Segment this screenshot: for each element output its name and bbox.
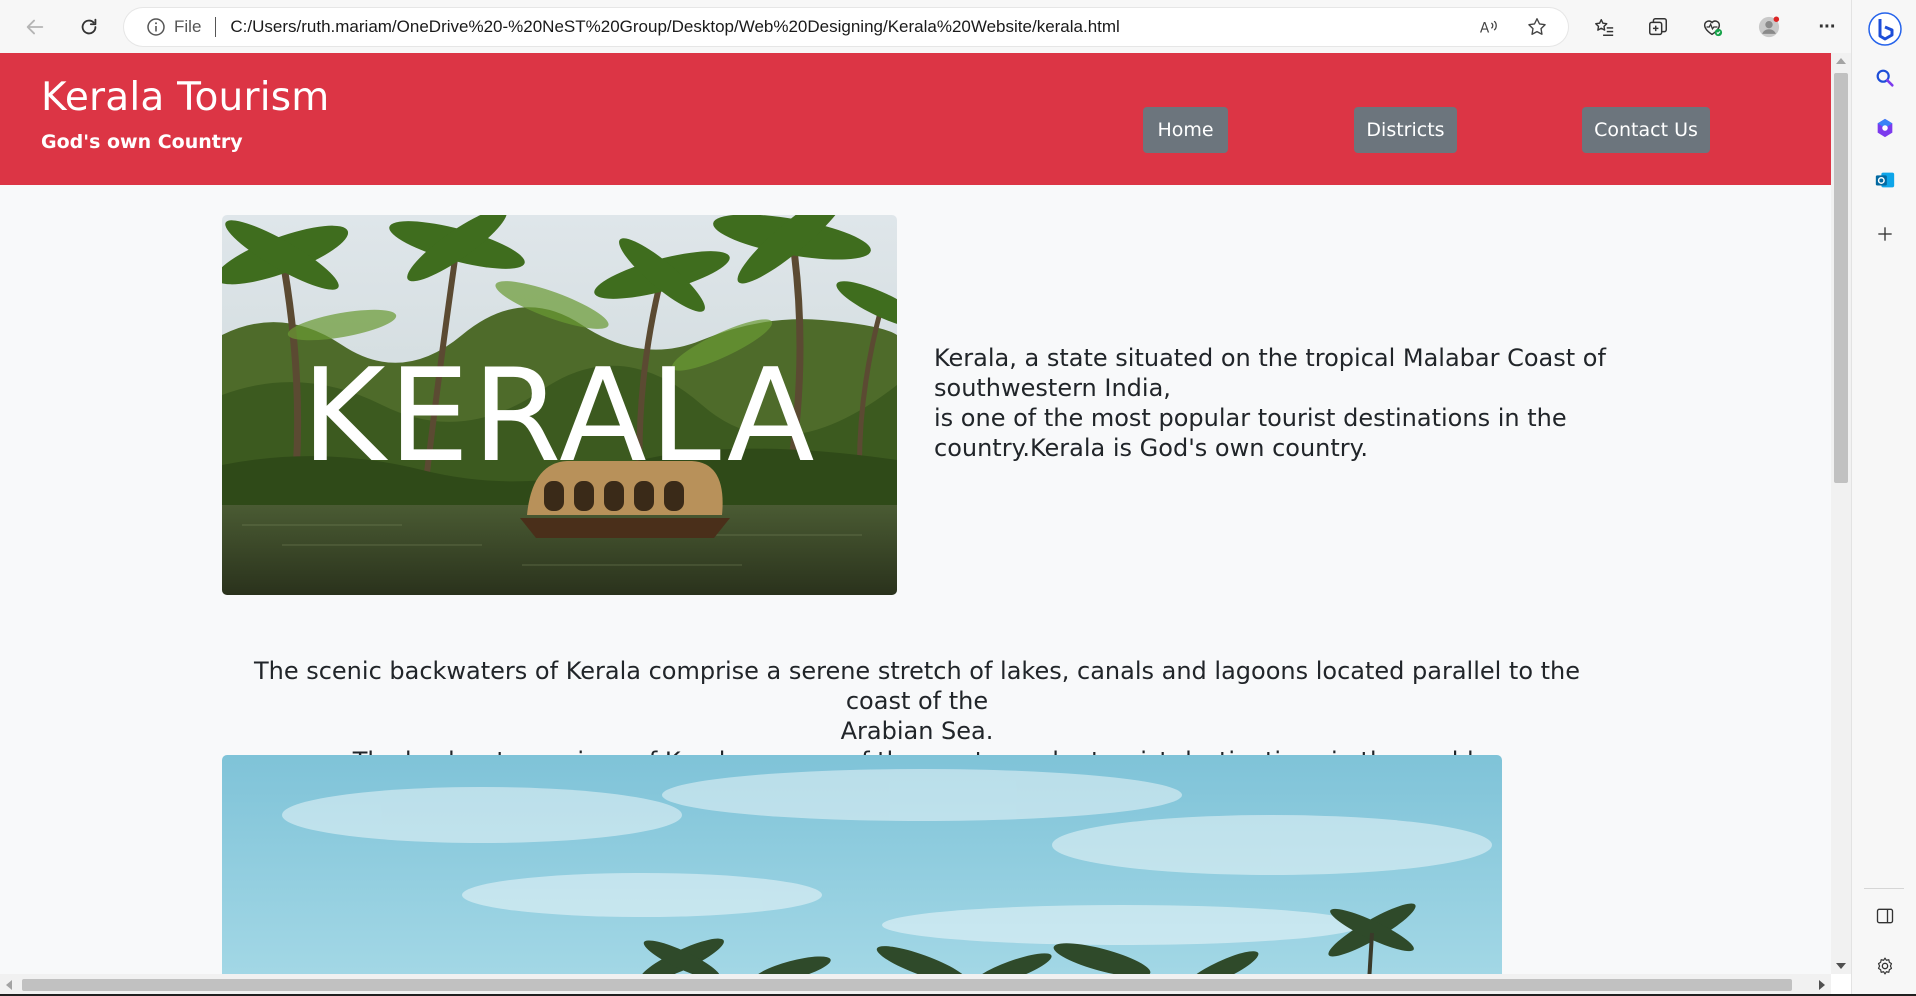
svg-text:A: A	[1480, 21, 1490, 37]
intro-paragraph: Kerala, a state situated on the tropical…	[934, 343, 1624, 463]
favorite-star-icon[interactable]	[1523, 13, 1551, 41]
scroll-left-arrow-icon[interactable]	[6, 980, 12, 990]
add-icon[interactable]	[1871, 220, 1899, 248]
backwaters-line: The scenic backwaters of Kerala comprise…	[253, 657, 1581, 715]
sidebar-toggle-icon[interactable]	[1871, 902, 1899, 930]
back-icon[interactable]	[18, 10, 52, 44]
backwaters-sky-illustration	[222, 755, 1502, 974]
site-header: Kerala Tourism God's own Country Home Di…	[0, 53, 1831, 185]
search-icon[interactable]	[1871, 64, 1899, 92]
browser-essentials-icon[interactable]	[1695, 10, 1729, 44]
intro-line: country.Kerala is God's own country.	[934, 434, 1369, 462]
intro-line: is one of the most popular tourist desti…	[934, 404, 1567, 432]
favorites-icon[interactable]	[1587, 10, 1621, 44]
scroll-right-arrow-icon[interactable]	[1819, 980, 1825, 990]
copilot-icon[interactable]	[1871, 114, 1899, 142]
more-options-label: ···	[1818, 15, 1837, 38]
vertical-scrollbar[interactable]	[1831, 53, 1851, 974]
file-label: File	[174, 17, 202, 36]
vertical-scroll-thumb[interactable]	[1834, 73, 1848, 483]
hero-image-text: KERALA	[301, 342, 818, 491]
intro-line: Kerala, a state situated on the tropical…	[934, 344, 1606, 372]
intro-line: southwestern India,	[934, 374, 1171, 402]
nav-contact-us-button[interactable]: Contact Us	[1582, 107, 1710, 153]
url-text[interactable]: C:/Users/ruth.mariam/OneDrive%20-%20NeST…	[230, 17, 1119, 37]
browser-toolbar: File C:/Users/ruth.mariam/OneDrive%20-%2…	[0, 0, 1916, 53]
backwaters-line: Arabian Sea.	[840, 717, 994, 745]
site-title: Kerala Tourism	[41, 75, 330, 120]
side-panel-divider	[1864, 888, 1904, 889]
site-tagline: God's own Country	[41, 131, 243, 153]
info-icon[interactable]	[146, 17, 166, 37]
horizontal-scroll-thumb[interactable]	[22, 979, 1792, 991]
scroll-up-arrow-icon[interactable]	[1836, 58, 1846, 64]
outlook-icon[interactable]	[1871, 166, 1899, 194]
collections-icon[interactable]	[1641, 10, 1675, 44]
backwaters-image	[222, 755, 1502, 974]
address-bar[interactable]: File C:/Users/ruth.mariam/OneDrive%20-%2…	[124, 8, 1568, 46]
refresh-icon[interactable]	[72, 10, 106, 44]
browser-side-panel	[1851, 0, 1916, 996]
nav-districts-button[interactable]: Districts	[1354, 107, 1457, 153]
page-viewport: Kerala Tourism God's own Country Home Di…	[0, 53, 1831, 974]
address-divider	[215, 17, 217, 37]
nav-home-button[interactable]: Home	[1143, 107, 1228, 153]
bing-copilot-icon[interactable]	[1868, 12, 1902, 46]
horizontal-scrollbar[interactable]	[0, 974, 1831, 996]
read-aloud-icon[interactable]: A	[1475, 13, 1503, 41]
scroll-down-arrow-icon[interactable]	[1836, 963, 1846, 969]
kerala-hero-image: KERALA	[222, 215, 897, 595]
settings-gear-icon[interactable]	[1871, 952, 1899, 980]
profile-avatar-icon[interactable]	[1752, 10, 1786, 44]
more-options-icon[interactable]: ···	[1810, 10, 1844, 44]
